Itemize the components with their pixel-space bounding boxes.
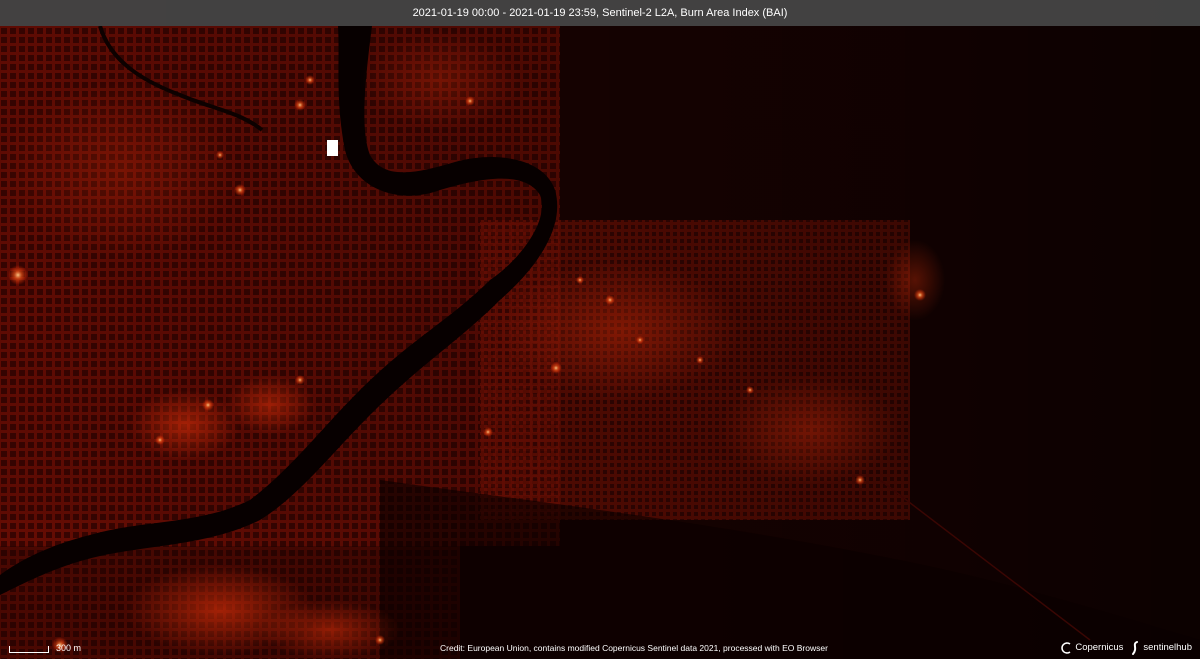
imagery-title: 2021-01-19 00:00 - 2021-01-19 23:59, Sen…	[412, 7, 788, 19]
scale-bar: 300 m	[9, 641, 81, 653]
satellite-imagery[interactable]	[0, 0, 1200, 659]
copernicus-logo-icon	[1061, 642, 1071, 654]
map-viewport[interactable]: 2021-01-19 00:00 - 2021-01-19 23:59, Sen…	[0, 0, 1200, 659]
copernicus-logo-label: Copernicus	[1075, 642, 1124, 653]
provider-logos: Copernicus sentinelhub	[1061, 641, 1192, 655]
sentinelhub-logo-icon	[1132, 641, 1139, 655]
copernicus-logo[interactable]: Copernicus	[1061, 641, 1123, 655]
scale-bar-label: 300 m	[56, 643, 82, 653]
scale-bar-line	[9, 646, 49, 653]
map-title-bar: 2021-01-19 00:00 - 2021-01-19 23:59, Sen…	[0, 0, 1200, 26]
map-footer: 300 m Credit: European Union, contains m…	[0, 635, 1200, 659]
sentinelhub-logo[interactable]: sentinelhub	[1129, 641, 1192, 655]
attribution-credit: Credit: European Union, contains modifie…	[440, 643, 828, 653]
sentinelhub-logo-label: sentinelhub	[1143, 642, 1192, 653]
